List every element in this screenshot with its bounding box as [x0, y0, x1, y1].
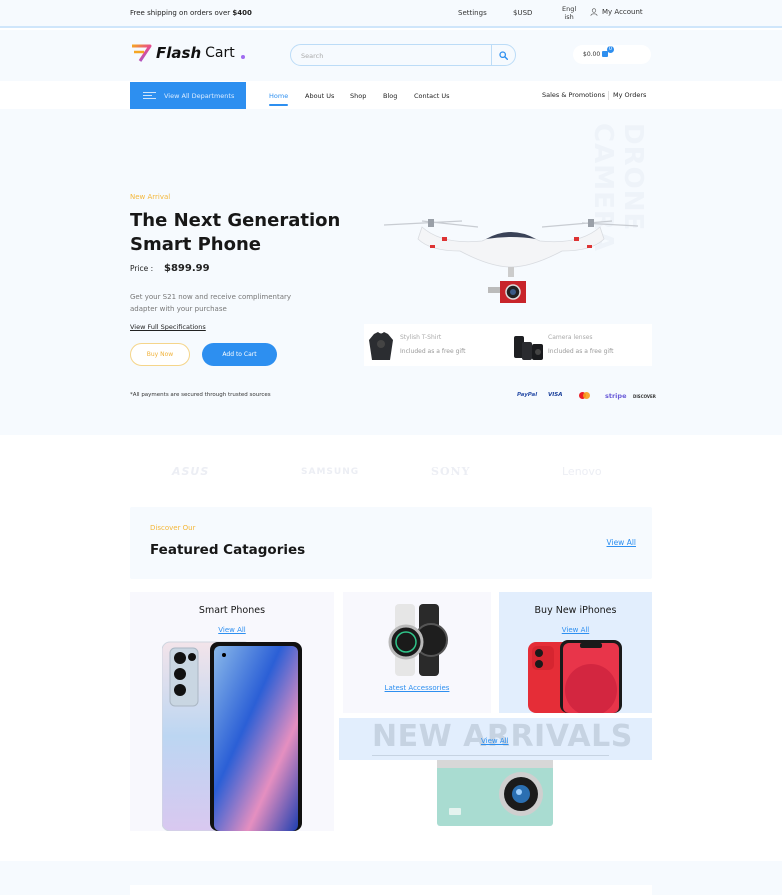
- brand-asus[interactable]: ASUS: [172, 465, 209, 478]
- latest-accessories-link[interactable]: Latest Accessories: [343, 684, 491, 692]
- price-value: $899.99: [164, 263, 210, 274]
- all-departments-button[interactable]: View All Departments: [130, 82, 246, 109]
- category-view-all-link[interactable]: View All: [499, 626, 652, 634]
- hero-title: The Next Generation Smart Phone: [130, 210, 341, 255]
- settings-link[interactable]: Settings: [458, 9, 487, 17]
- nav-home[interactable]: Home: [269, 92, 289, 106]
- category-card-accessories[interactable]: Latest Accessories: [343, 592, 491, 713]
- nav-contact-us[interactable]: Contact Us: [414, 92, 450, 100]
- gift-note: Included as a free gift: [400, 348, 466, 355]
- user-icon: [590, 8, 598, 16]
- smartwatch-image: [388, 604, 448, 676]
- shipping-notice: Free shipping on orders over $400: [130, 9, 252, 17]
- discover-logo: DISCOVER: [633, 394, 656, 399]
- hero-banner: DRONE CAMERA New Arrival The Next Genera…: [0, 109, 782, 435]
- brand-samsung[interactable]: SAMSUNG: [301, 467, 359, 477]
- logo[interactable]: Flash Cart: [130, 44, 245, 62]
- search-icon: [499, 50, 508, 60]
- brand-lenovo[interactable]: Lenovo: [562, 465, 602, 478]
- gift-name: Camera lenses: [548, 334, 593, 341]
- site-header: FlashCart $0.00 0: [0, 30, 782, 81]
- new-arrivals-underline: [372, 755, 609, 756]
- hero-kicker: New Arrival: [130, 193, 171, 201]
- smartphone-image: [162, 641, 302, 831]
- nav-about-us[interactable]: About Us: [305, 92, 334, 100]
- view-specifications-link[interactable]: View Full Specifications: [130, 323, 206, 331]
- tshirt-image: [369, 332, 393, 360]
- search-bar: [290, 44, 516, 66]
- category-card-iphones[interactable]: Buy New iPhones View All: [499, 592, 652, 713]
- category-view-all-link[interactable]: View All: [130, 626, 334, 634]
- nav-my-orders[interactable]: My Orders: [613, 91, 646, 99]
- currency-selector[interactable]: $USD: [513, 9, 532, 17]
- price-label: Price :: [130, 264, 154, 273]
- logo-text-bold: Flash: [156, 44, 202, 62]
- free-gifts-panel: Stylish T-Shirt Included as a free gift …: [364, 324, 652, 366]
- my-account-link[interactable]: My Account: [590, 8, 643, 16]
- account-label: My Account: [602, 8, 643, 16]
- gift-item[interactable]: Camera lenses Included as a free gift: [510, 324, 652, 366]
- menu-icon: [143, 92, 156, 99]
- cart-total: $0.00: [583, 51, 601, 58]
- category-title: Buy New iPhones: [534, 605, 617, 616]
- language-label-1: Engl: [562, 5, 577, 13]
- search-button[interactable]: [491, 45, 515, 65]
- secure-payment-note: *All payments are secured through truste…: [130, 392, 271, 398]
- nav-blog[interactable]: Blog: [383, 92, 397, 100]
- featured-kicker: Discover Our: [150, 524, 196, 532]
- stripe-logo: stripe: [605, 392, 627, 400]
- featured-title: Featured Catagories: [150, 542, 306, 558]
- gift-item[interactable]: Stylish T-Shirt Included as a free gift: [364, 324, 504, 366]
- mastercard-logo: [579, 392, 590, 399]
- language-selector[interactable]: Engl ish: [562, 5, 576, 21]
- drone-image: [383, 219, 639, 303]
- brand-strip: ASUS SAMSUNG SONY Lenovo: [0, 435, 782, 505]
- next-section: [0, 861, 782, 895]
- featured-categories-header: Discover Our Featured Catagories View Al…: [130, 507, 652, 579]
- new-arrivals-banner[interactable]: NEW ARRIVALS View All: [339, 718, 652, 760]
- visa-logo: VISA: [548, 392, 563, 398]
- shipping-text: Free shipping on orders over: [130, 9, 233, 17]
- nav-divider: [608, 91, 609, 100]
- departments-label: View All Departments: [164, 91, 235, 100]
- iphone-image: [528, 640, 622, 713]
- search-input[interactable]: [301, 49, 486, 62]
- main-nav: View All Departments Home About Us Shop …: [0, 81, 782, 109]
- gift-note: Included as a free gift: [548, 348, 614, 355]
- nav-shop[interactable]: Shop: [350, 92, 366, 100]
- next-section-panel: [130, 885, 652, 895]
- gift-name: Stylish T-Shirt: [400, 334, 442, 341]
- cart-button[interactable]: $0.00 0: [573, 45, 651, 64]
- add-to-cart-button[interactable]: Add to Cart: [202, 343, 277, 366]
- logo-text-light: Cart: [205, 45, 235, 61]
- buy-now-button[interactable]: Buy Now: [130, 343, 190, 366]
- nav-sales-promotions[interactable]: Sales & Promotions: [542, 91, 605, 99]
- camera-image: [437, 760, 553, 826]
- category-card-smart-phones[interactable]: Smart Phones View All: [130, 592, 334, 831]
- category-title: Smart Phones: [198, 605, 266, 616]
- new-arrivals-view-all-link[interactable]: View All: [481, 737, 509, 745]
- featured-view-all-link[interactable]: View All: [607, 538, 636, 547]
- shipping-amount: $400: [232, 9, 252, 17]
- logo-dot: [240, 55, 245, 59]
- language-label-2: ish: [564, 13, 574, 21]
- paypal-logo: PayPal: [517, 392, 538, 398]
- top-bar: Free shipping on orders over $400 Settin…: [0, 0, 782, 28]
- cart-count-badge: 0: [607, 46, 614, 53]
- hero-description: Get your S21 now and receive complimenta…: [130, 293, 292, 313]
- brand-sony[interactable]: SONY: [431, 465, 470, 478]
- camera-lenses-image: [514, 336, 543, 360]
- flash-logo-icon: [132, 44, 152, 62]
